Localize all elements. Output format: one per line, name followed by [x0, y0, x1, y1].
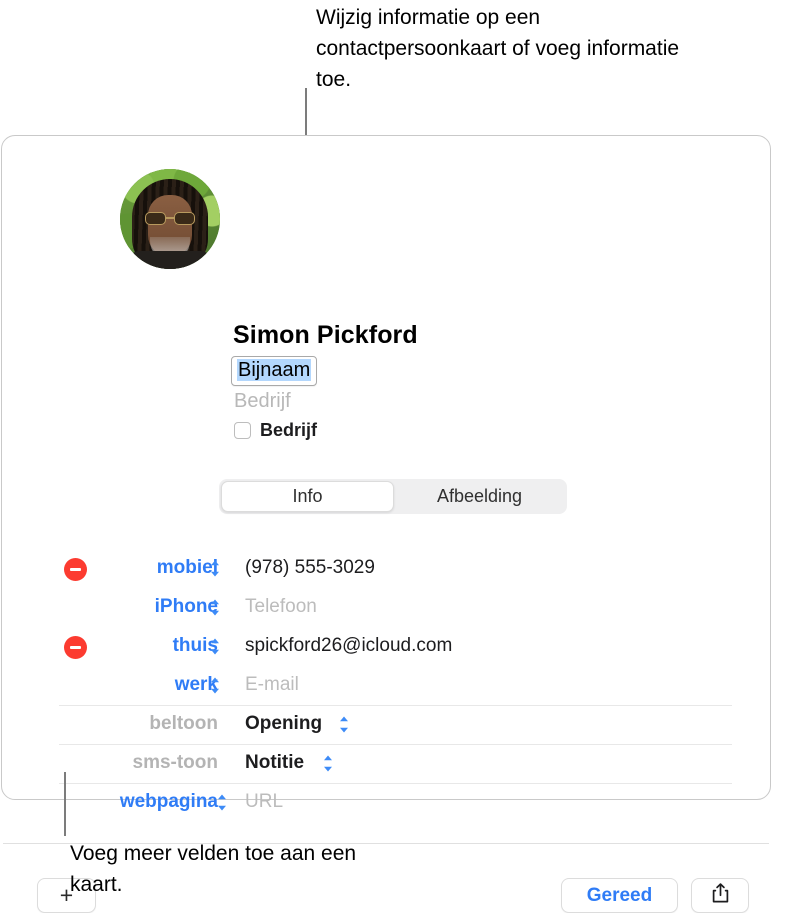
field-row: mobiel (978) 555-3029 [2, 549, 772, 588]
callout-text-top: Wijzig informatie op een contactpersoonk… [316, 6, 680, 91]
field-label-stepper-icon[interactable] [209, 559, 221, 578]
callout-text-bottom: Voeg meer velden toe aan een kaart. [70, 842, 357, 896]
field-value[interactable]: Telefoon [245, 596, 317, 618]
company-checkbox-row[interactable]: Bedrijf [234, 420, 317, 441]
field-value[interactable]: URL [245, 791, 283, 813]
field-row: werk E-mail [2, 666, 772, 705]
company-checkbox-label: Bedrijf [260, 420, 318, 440]
tab-info[interactable]: Info [221, 481, 394, 512]
field-row: beltoon Opening [2, 705, 772, 744]
remove-field-button[interactable] [64, 558, 87, 581]
field-value[interactable]: (978) 555-3029 [245, 557, 375, 579]
field-value[interactable]: Notitie [245, 752, 304, 774]
field-row: thuis spickford26@icloud.com [2, 627, 772, 666]
avatar-sunglasses [145, 212, 195, 225]
avatar-shoulders [126, 251, 214, 269]
avatar-lens-right [174, 212, 195, 225]
company-input[interactable]: Bedrijf [234, 390, 291, 413]
field-label-stepper-icon[interactable] [209, 676, 221, 695]
field-label: sms-toon [132, 752, 219, 773]
share-icon [712, 883, 729, 908]
share-button[interactable] [691, 878, 749, 913]
field-label-stepper-icon[interactable] [209, 598, 221, 617]
field-label[interactable]: webpagina [102, 791, 218, 813]
field-row: sms-toon Notitie [2, 744, 772, 783]
nickname-input[interactable]: Bijnaam [231, 356, 318, 386]
contact-name[interactable]: Simon Pickford [233, 321, 418, 350]
callout-leader-line-bottom [64, 772, 66, 836]
field-label: beltoon [149, 713, 218, 734]
remove-field-button[interactable] [64, 636, 87, 659]
field-row: iPhone Telefoon [2, 588, 772, 627]
field-value-stepper-icon[interactable] [338, 715, 350, 734]
field-value[interactable]: Opening [245, 713, 322, 735]
nickname-selected-text: Bijnaam [237, 359, 312, 381]
field-list: mobiel (978) 555-3029 iPhone Telefoon thuis s… [2, 549, 772, 822]
contact-avatar[interactable] [120, 169, 220, 269]
field-label[interactable]: mobiel [102, 557, 218, 579]
field-label[interactable]: iPhone [102, 596, 218, 618]
field-row: webpagina URL [2, 783, 772, 822]
field-value[interactable]: E-mail [245, 674, 299, 696]
field-label[interactable]: thuis [102, 635, 218, 657]
row-separator [59, 744, 732, 745]
contact-card: Simon Pickford Bijnaam Bedrijf Bedrijf I… [1, 135, 771, 913]
avatar-lens-left [145, 212, 166, 225]
avatar-lens-bridge [166, 217, 174, 219]
field-label-stepper-icon[interactable] [216, 793, 228, 812]
field-value-stepper-icon[interactable] [322, 754, 334, 773]
row-separator [59, 705, 732, 706]
company-checkbox[interactable] [234, 422, 251, 439]
row-separator [59, 783, 732, 784]
done-button[interactable]: Gereed [561, 878, 678, 913]
field-label-stepper-icon[interactable] [209, 637, 221, 656]
tab-afbeelding[interactable]: Afbeelding [394, 481, 565, 512]
card-tabs[interactable]: Info Afbeelding [219, 479, 567, 514]
field-value[interactable]: spickford26@icloud.com [245, 635, 452, 657]
field-label[interactable]: werk [102, 674, 218, 696]
